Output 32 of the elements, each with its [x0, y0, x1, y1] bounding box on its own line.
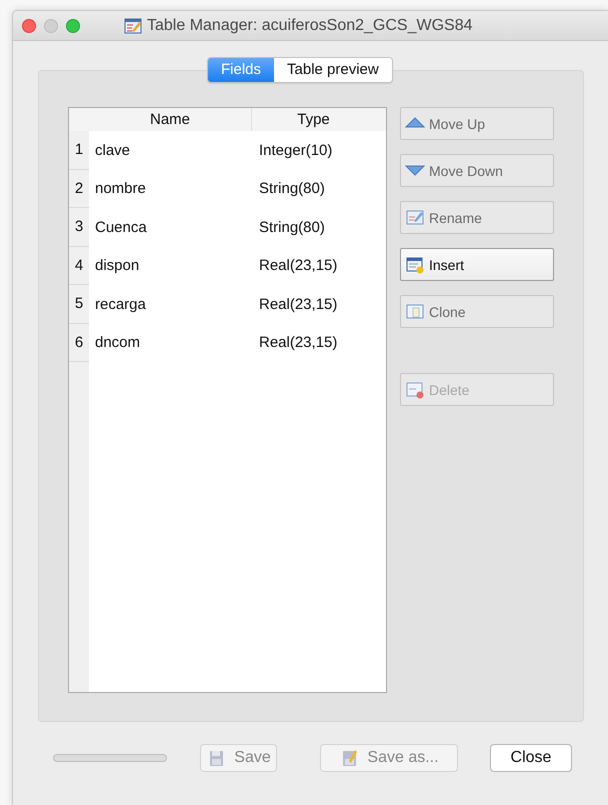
table-cell-text: recarga [94, 296, 147, 313]
table-cell-text: nombre [94, 180, 147, 198]
table-cell-text: dncom [94, 334, 142, 352]
zoom-window-button[interactable] [66, 18, 80, 32]
row-number: 4 [69, 246, 89, 285]
table-cell: String(80) [259, 218, 325, 236]
tab[interactable]: Fields [208, 58, 274, 82]
column-header[interactable]: Type [252, 108, 375, 131]
column-header[interactable]: Name [89, 108, 252, 131]
row-number: 1 [69, 131, 89, 170]
close-window-button[interactable] [22, 18, 36, 32]
table-cell: Real(23,15) [259, 334, 338, 352]
row-number: 2 [69, 170, 89, 208]
close-button[interactable]: Close [490, 744, 572, 772]
tab[interactable]: Table preview [274, 58, 392, 82]
row-number: 6 [69, 324, 89, 362]
window-title: Table Manager: acuiferosSon2_GCS_WGS84 [147, 16, 473, 34]
table-cell: Integer(10) [259, 142, 332, 159]
row-number: 5 [69, 285, 89, 324]
table-cell-text: dispon [94, 257, 140, 274]
table-pencil-icon [405, 208, 425, 226]
table-cell-text: Cuenca [94, 218, 148, 236]
insert-button[interactable]: Insert [400, 248, 554, 281]
table-cell: Real(23,15) [259, 257, 338, 274]
table-edit-icon [124, 16, 142, 34]
table-cell-text: clave [94, 142, 132, 159]
table-copy-icon [405, 302, 425, 320]
table-delete-icon [405, 380, 425, 398]
minimize-window-button[interactable] [44, 18, 58, 32]
row-number: 3 [69, 208, 89, 246]
table-cell: String(80) [259, 180, 325, 198]
table-cell: Real(23,15) [259, 296, 338, 313]
